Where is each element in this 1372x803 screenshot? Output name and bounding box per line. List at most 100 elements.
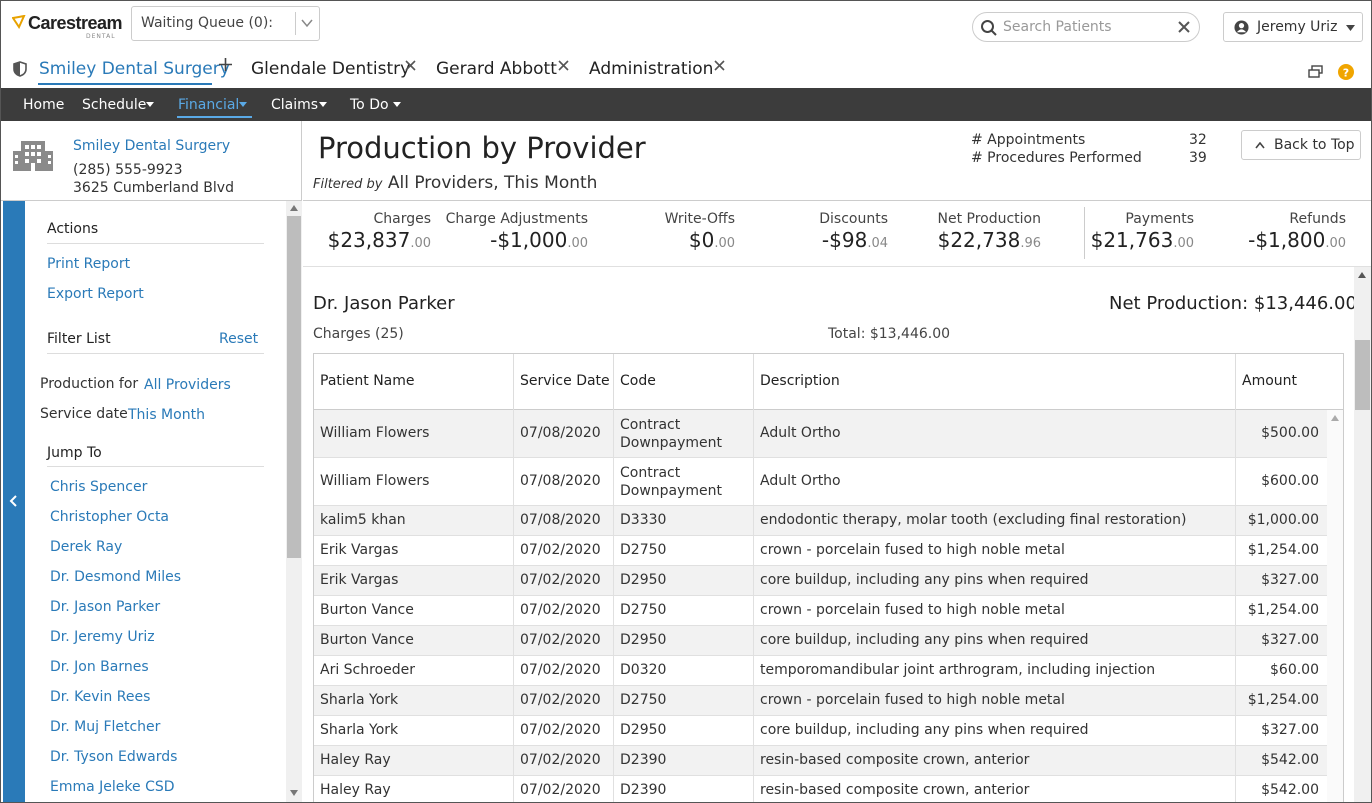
caret-down-icon <box>319 102 327 107</box>
jump-to-link[interactable]: Derek Ray <box>50 539 122 555</box>
table-row[interactable]: kalim5 khan 07/08/2020 D3330 endodontic the… <box>314 506 1327 536</box>
production-for-filter-link[interactable]: All Providers <box>144 377 231 393</box>
table-row[interactable]: Sharla York 07/02/2020 D2950 core buildup, … <box>314 716 1327 746</box>
cell-text: crown - porcelain fused to high noble me… <box>760 602 1065 618</box>
col-service-date-header[interactable]: Service Date <box>514 354 614 410</box>
scrollbar-thumb[interactable] <box>1355 340 1370 410</box>
user-menu[interactable]: Jeremy Uriz <box>1223 12 1363 42</box>
cell-text: 07/02/2020 <box>520 662 601 678</box>
search-patients-input[interactable] <box>1003 17 1163 37</box>
col-patient-name-header[interactable]: Patient Name <box>314 354 514 410</box>
table-row[interactable]: William Flowers 07/08/2020 Contract Downpa… <box>314 458 1327 506</box>
user-name: Jeremy Uriz <box>1257 19 1338 35</box>
amount-cell: $542.00 <box>1236 776 1327 802</box>
summary-cents: .00 <box>1325 236 1346 251</box>
table-row[interactable]: Burton Vance 07/02/2020 D2750 crown - porce… <box>314 596 1327 626</box>
jump-to-link[interactable]: Dr. Muj Fletcher <box>50 719 160 735</box>
code-cell: D2950 <box>614 566 754 595</box>
service-date-cell: 07/08/2020 <box>514 506 614 535</box>
tab-administration[interactable]: Administration <box>589 59 713 79</box>
close-tab-icon[interactable] <box>405 60 416 71</box>
jump-to-link[interactable]: Dr. Jon Barnes <box>50 659 149 675</box>
table-row[interactable]: Haley Ray 07/02/2020 D2390 resin-based comp… <box>314 746 1327 776</box>
jump-to-link[interactable]: Emma Jeleke CSD <box>50 779 175 795</box>
jump-to-link[interactable]: Christopher Octa <box>50 509 169 525</box>
cell-text: crown - porcelain fused to high noble me… <box>760 692 1065 708</box>
table-row[interactable]: Ari Schroeder 07/02/2020 D0320 temporomandi… <box>314 656 1327 686</box>
table-row[interactable]: Burton Vance 07/02/2020 D2950 core buildup,… <box>314 626 1327 656</box>
table-row[interactable]: Erik Vargas 07/02/2020 D2950 core buildup, … <box>314 566 1327 596</box>
main-menu-bar: Home Schedule Financial Claims To Do <box>1 88 1371 121</box>
summary-label: Write-Offs <box>664 211 735 227</box>
patient-name-cell: William Flowers <box>314 410 514 457</box>
menu-home[interactable]: Home <box>23 97 64 113</box>
scroll-down-icon[interactable] <box>290 790 298 796</box>
cell-text: $1,254.00 <box>1247 692 1319 708</box>
menu-claims[interactable]: Claims <box>271 97 318 113</box>
table-row[interactable]: William Flowers 07/08/2020 Contract Downpa… <box>314 410 1327 458</box>
office-address: 3625 Cumberland Blvd <box>73 180 234 196</box>
charges-table: Patient Name Service Date Code Description A… <box>313 353 1344 802</box>
cell-text: D2390 <box>620 752 667 768</box>
table-row[interactable]: Erik Vargas 07/02/2020 D2750 crown - porcel… <box>314 536 1327 566</box>
tab-glendale-dentistry[interactable]: Glendale Dentistry <box>251 59 410 79</box>
caret-down-icon <box>239 102 247 107</box>
cell-text: Ari Schroeder <box>320 662 416 678</box>
summary-amount: $0 <box>688 228 715 252</box>
jump-to-link[interactable]: Dr. Jason Parker <box>50 599 160 615</box>
menu-schedule[interactable]: Schedule <box>82 97 146 113</box>
description-cell: crown - porcelain fused to high noble me… <box>754 536 1236 565</box>
sidebar-scrollbar[interactable] <box>286 201 302 802</box>
table-scrollbar[interactable] <box>1327 410 1343 802</box>
jump-to-link[interactable]: Chris Spencer <box>50 479 147 495</box>
code-cell: Contract Downpayment <box>614 410 754 457</box>
description-cell: Adult Ortho <box>754 410 1236 457</box>
menu-to-do[interactable]: To Do <box>350 97 389 113</box>
tab-smiley-dental-surgery[interactable]: Smiley Dental Surgery <box>39 59 230 79</box>
summary-value: -$98.04 <box>819 228 888 252</box>
jump-to-link[interactable]: Dr. Jeremy Uriz <box>50 629 155 645</box>
clear-search-icon[interactable] <box>1176 19 1192 35</box>
table-row[interactable]: Haley Ray 07/02/2020 D2390 resin-based comp… <box>314 776 1327 802</box>
cell-text: Burton Vance <box>320 602 414 618</box>
scrollbar-thumb[interactable] <box>287 216 301 558</box>
restore-windows-icon[interactable] <box>1308 65 1323 78</box>
col-amount-header[interactable]: Amount <box>1236 354 1343 410</box>
cell-text: Erik Vargas <box>320 542 399 558</box>
menu-financial[interactable]: Financial <box>178 97 239 113</box>
summary-item: Net Production $22,738.96 <box>937 211 1041 252</box>
close-tab-icon[interactable] <box>558 60 569 71</box>
col-code-header[interactable]: Code <box>614 354 754 410</box>
cell-text: 07/08/2020 <box>520 512 601 528</box>
scroll-up-icon[interactable] <box>1331 415 1339 421</box>
office-name-link[interactable]: Smiley Dental Surgery <box>73 138 230 154</box>
col-description-header[interactable]: Description <box>754 354 1236 410</box>
service-date-cell: 07/02/2020 <box>514 746 614 775</box>
page-title: Production by Provider <box>318 131 646 165</box>
report-sidebar: Actions Print Report Export Report Filte… <box>1 201 302 802</box>
back-to-top-button[interactable]: Back to Top <box>1241 130 1361 160</box>
add-tab-icon[interactable] <box>219 58 232 71</box>
tab-gerard-abbott[interactable]: Gerard Abbott <box>436 59 557 79</box>
reset-filters-link[interactable]: Reset <box>219 331 258 347</box>
amount-cell: $1,000.00 <box>1236 506 1327 535</box>
export-report-link[interactable]: Export Report <box>47 286 144 302</box>
cell-text: Contract Downpayment <box>620 417 723 451</box>
chevron-down-icon[interactable] <box>301 18 313 28</box>
cell-text: D0320 <box>620 662 667 678</box>
jump-to-link[interactable]: Dr. Kevin Rees <box>50 689 150 705</box>
scroll-up-icon[interactable] <box>1358 272 1366 278</box>
provider-name: Dr. Jason Parker <box>313 293 455 314</box>
close-tab-icon[interactable] <box>714 60 725 71</box>
service-date-filter-link[interactable]: This Month <box>128 407 205 423</box>
cell-text: D3330 <box>620 512 667 528</box>
table-row[interactable]: Sharla York 07/02/2020 D2750 crown - porcel… <box>314 686 1327 716</box>
collapse-sidebar-button[interactable] <box>3 201 25 802</box>
jump-to-link[interactable]: Dr. Tyson Edwards <box>50 749 177 765</box>
main-scrollbar[interactable] <box>1354 267 1371 802</box>
print-report-link[interactable]: Print Report <box>47 256 130 272</box>
help-icon[interactable]: ? <box>1338 64 1354 80</box>
waiting-queue-dropdown[interactable]: Waiting Queue (0): <box>131 6 320 41</box>
scroll-up-icon[interactable] <box>290 205 298 211</box>
jump-to-link[interactable]: Dr. Desmond Miles <box>50 569 181 585</box>
